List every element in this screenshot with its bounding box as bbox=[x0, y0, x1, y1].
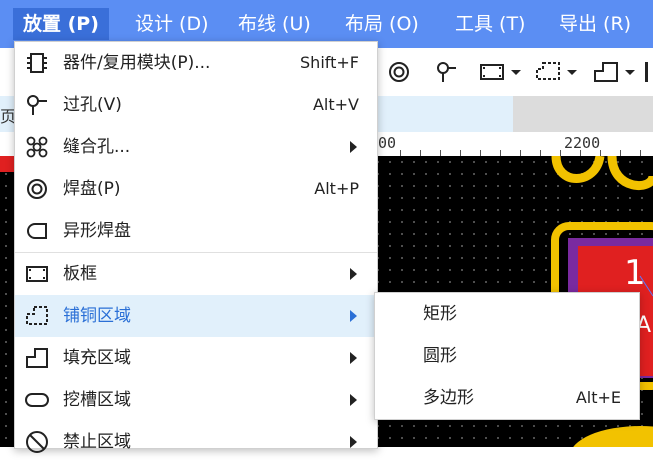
menu-item-label: 焊盘(P) bbox=[63, 179, 121, 199]
fill-region-icon bbox=[26, 348, 48, 368]
menu-layout[interactable]: 布局 (O) bbox=[341, 8, 423, 40]
menu-item-stitching-via[interactable]: 缝合孔... bbox=[15, 126, 377, 168]
menu-place[interactable]: 放置 (P) bbox=[13, 8, 109, 40]
menu-export[interactable]: 导出 (R) bbox=[555, 8, 635, 40]
pcb-red-trace bbox=[0, 156, 14, 172]
submenu-item-rectangle[interactable]: 矩形 bbox=[375, 293, 639, 335]
menu-item-label: 挖槽区域 bbox=[63, 390, 131, 410]
menu-item-copper-pour[interactable]: 铺铜区域 bbox=[15, 295, 377, 337]
submenu-arrow-icon bbox=[350, 436, 357, 448]
pad-number-label: 1 bbox=[624, 253, 646, 293]
slot-region-icon bbox=[25, 393, 49, 407]
menu-item-pad[interactable]: 焊盘(P) Alt+P bbox=[15, 168, 377, 210]
prohibited-region-icon bbox=[26, 431, 48, 453]
menu-item-shortcut: Shift+F bbox=[300, 53, 359, 72]
pad-icon bbox=[27, 179, 47, 199]
submenu-item-circle[interactable]: 圆形 bbox=[375, 335, 639, 377]
menu-item-label: 异形焊盘 bbox=[63, 221, 131, 241]
menu-design[interactable]: 设计 (D) bbox=[131, 8, 213, 40]
menu-tools[interactable]: 工具 (T) bbox=[451, 8, 529, 40]
submenu-item-label: 矩形 bbox=[423, 304, 457, 324]
menu-item-fill-region[interactable]: 填充区域 bbox=[15, 337, 377, 379]
pad-tool-icon[interactable] bbox=[386, 60, 412, 84]
menu-item-label: 缝合孔... bbox=[63, 137, 131, 157]
tab-empty-area bbox=[513, 96, 653, 132]
menu-item-label: 填充区域 bbox=[63, 348, 131, 368]
submenu-arrow-icon bbox=[350, 394, 357, 406]
menu-item-label: 铺铜区域 bbox=[63, 306, 131, 326]
menu-item-via[interactable]: 过孔(V) Alt+V bbox=[15, 84, 377, 126]
menu-item-label: 过孔(V) bbox=[63, 95, 122, 115]
via-icon bbox=[27, 95, 47, 115]
submenu-arrow-icon bbox=[350, 268, 357, 280]
submenu-item-label: 圆形 bbox=[423, 346, 457, 366]
menu-item-slot-region[interactable]: 挖槽区域 bbox=[15, 379, 377, 421]
stitching-via-icon bbox=[26, 136, 48, 158]
via-tool-icon[interactable] bbox=[434, 60, 460, 84]
menu-item-component[interactable]: 器件/复用模块(P)... Shift+F bbox=[15, 42, 377, 84]
menu-item-label: 器件/复用模块(P)... bbox=[63, 53, 211, 73]
menu-item-label: 禁止区域 bbox=[63, 432, 131, 452]
copper-pour-icon bbox=[26, 306, 48, 325]
board-outline-icon bbox=[26, 266, 48, 282]
submenu-item-polygon[interactable]: 多边形 Alt+E bbox=[375, 377, 639, 419]
submenu-arrow-icon bbox=[350, 352, 357, 364]
menu-item-label: 板框 bbox=[63, 264, 97, 284]
custom-pad-icon bbox=[27, 223, 47, 239]
component-icon bbox=[27, 53, 47, 73]
submenu-item-label: 多边形 bbox=[423, 388, 474, 408]
fill-region-tool-icon[interactable] bbox=[592, 60, 638, 84]
menu-route[interactable]: 布线 (U) bbox=[234, 8, 315, 40]
copper-pour-tool-icon[interactable] bbox=[534, 60, 580, 84]
submenu-item-shortcut: Alt+E bbox=[575, 388, 621, 407]
ruler-label: 2200 bbox=[564, 134, 601, 152]
menu-item-shortcut: Alt+V bbox=[312, 95, 359, 114]
menu-item-prohibited-region[interactable]: 禁止区域 bbox=[15, 421, 377, 463]
board-outline-tool-icon[interactable] bbox=[478, 60, 524, 84]
menu-item-custom-pad[interactable]: 异形焊盘 bbox=[15, 210, 377, 252]
copper-pour-submenu: 矩形 圆形 多边形 Alt+E bbox=[374, 292, 640, 420]
menu-item-shortcut: Alt+P bbox=[314, 179, 359, 198]
menu-item-board-outline[interactable]: 板框 bbox=[15, 253, 377, 295]
submenu-arrow-icon bbox=[350, 310, 357, 322]
place-dropdown-menu: 器件/复用模块(P)... Shift+F 过孔(V) Alt+V 缝合孔...… bbox=[14, 41, 378, 453]
submenu-arrow-icon bbox=[350, 141, 357, 153]
ruler-label: 00 bbox=[378, 134, 397, 152]
toolbar-overflow-icon[interactable] bbox=[645, 62, 648, 82]
